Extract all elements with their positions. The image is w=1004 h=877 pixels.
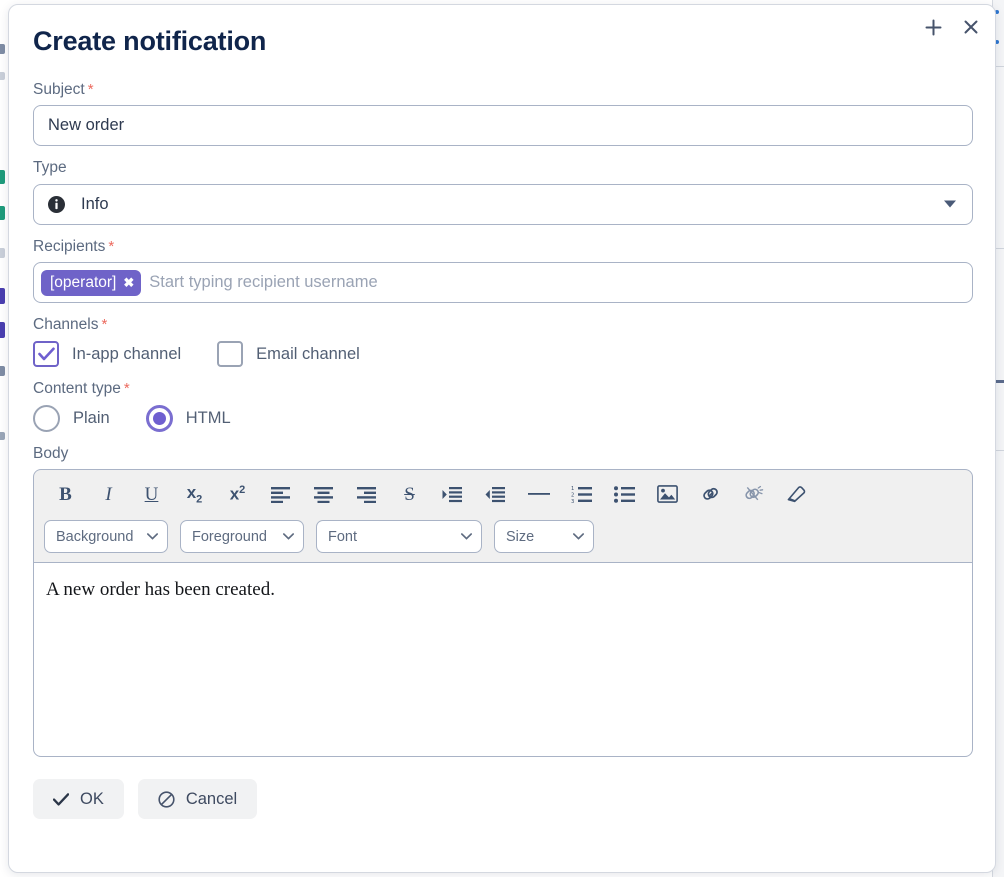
subject-input[interactable]: New order — [33, 105, 973, 147]
page-title: Create notification — [33, 26, 267, 56]
dialog-body: Create notification Subject * New order T… — [9, 5, 995, 820]
clear-formatting-icon[interactable] — [775, 479, 818, 509]
recipient-chip-label: [operator] — [50, 273, 117, 291]
background-badge — [0, 322, 5, 338]
insert-image-icon[interactable] — [646, 479, 689, 509]
foreground-color-select-label: Foreground — [192, 528, 267, 545]
background-badge — [0, 170, 5, 184]
recipients-input[interactable]: [operator] ✖ Start typing recipient user… — [33, 262, 973, 304]
align-right-icon[interactable] — [345, 479, 388, 509]
type-select-value: Info — [81, 194, 109, 213]
strikethrough-icon[interactable]: S — [388, 479, 431, 509]
channels-options: In-app channel Email channel — [33, 341, 971, 368]
body-field-group: Body B I U x2 x2 S 1 2 3 Background Fore… — [33, 444, 973, 758]
checkbox-email-channel[interactable] — [217, 341, 244, 368]
recipients-placeholder: Start typing recipient username — [149, 273, 378, 292]
horizontal-rule-icon[interactable] — [517, 479, 560, 509]
content-type-label: Content type * — [33, 380, 130, 398]
close-icon[interactable] — [959, 15, 983, 39]
chevron-down-icon — [573, 533, 584, 540]
rich-text-editor: B I U x2 x2 S 1 2 3 Background Foregroun… — [33, 469, 973, 758]
radio-plain[interactable] — [33, 404, 60, 432]
subject-field-group: Subject * New order — [33, 80, 973, 147]
bold-icon[interactable]: B — [44, 479, 87, 509]
editor-toolbar-selects: Background Foreground Font Size — [44, 520, 962, 554]
indent-icon[interactable] — [431, 479, 474, 509]
font-family-select-label: Font — [328, 528, 358, 545]
recipients-label: Recipients * — [33, 237, 115, 255]
svg-text:3: 3 — [571, 499, 574, 503]
subscript-icon[interactable]: x2 — [173, 479, 216, 509]
ok-button[interactable]: OK — [33, 779, 124, 820]
info-circle-icon — [48, 195, 65, 213]
chevron-down-icon — [944, 200, 956, 208]
svg-text:1: 1 — [571, 486, 574, 492]
chip-remove-icon[interactable]: ✖ — [123, 276, 134, 290]
outdent-icon[interactable] — [474, 479, 517, 509]
align-center-icon[interactable] — [302, 479, 345, 509]
required-marker: * — [101, 316, 108, 334]
type-select[interactable]: Info — [33, 183, 973, 225]
underline-icon[interactable]: U — [130, 479, 173, 509]
radio-dot — [152, 411, 166, 425]
body-editor-content[interactable]: A new order has been created. — [33, 562, 973, 758]
remove-link-icon[interactable] — [732, 479, 775, 509]
editor-toolbar: B I U x2 x2 S 1 2 3 Background Foregroun… — [33, 469, 973, 563]
font-size-select[interactable]: Size — [494, 520, 594, 554]
subject-label: Subject * — [33, 80, 94, 98]
channels-field-group: Channels * In-app channel Email channel — [33, 316, 971, 368]
unordered-list-icon[interactable] — [603, 479, 646, 509]
check-icon — [53, 793, 69, 806]
type-label: Type — [33, 159, 67, 177]
radio-html[interactable] — [145, 404, 173, 432]
background-badge — [0, 206, 5, 220]
required-marker: * — [108, 237, 115, 255]
checkbox-in-app-channel-label[interactable]: In-app channel — [72, 345, 181, 364]
window-controls — [921, 15, 983, 39]
radio-plain-label[interactable]: Plain — [73, 409, 110, 428]
create-notification-dialog: Create notification Subject * New order T… — [8, 4, 996, 873]
italic-icon[interactable]: I — [87, 479, 130, 509]
chevron-down-icon — [147, 533, 158, 540]
cancel-button-label: Cancel — [185, 789, 238, 808]
recipient-chip: [operator] ✖ — [41, 269, 142, 296]
radio-html-label[interactable]: HTML — [186, 409, 231, 428]
dialog-footer: OK Cancel — [33, 779, 971, 820]
insert-link-icon[interactable] — [689, 479, 732, 509]
content-type-options: Plain HTML — [33, 404, 971, 432]
body-label: Body — [33, 444, 69, 462]
plus-icon[interactable] — [921, 15, 945, 39]
superscript-icon[interactable]: x2 — [216, 479, 259, 509]
font-size-select-label: Size — [506, 528, 535, 545]
svg-text:2: 2 — [571, 492, 574, 498]
background-badge — [0, 288, 5, 304]
ok-button-label: OK — [80, 789, 104, 808]
background-badge — [0, 432, 5, 440]
recipients-field-group: Recipients * [operator] ✖ Start typing re… — [33, 237, 973, 304]
chevron-down-icon — [283, 533, 294, 540]
content-type-field-group: Content type * Plain HTML — [33, 380, 971, 432]
chevron-down-icon — [461, 533, 472, 540]
background-color-select-label: Background — [56, 528, 134, 545]
subject-input-value: New order — [48, 116, 125, 135]
ban-icon — [158, 791, 175, 808]
background-color-select[interactable]: Background — [44, 520, 168, 554]
checkbox-email-channel-label[interactable]: Email channel — [256, 345, 360, 364]
background-badge — [0, 44, 5, 54]
required-marker: * — [87, 80, 94, 98]
font-family-select[interactable]: Font — [316, 520, 482, 554]
body-editor-text: A new order has been created. — [46, 579, 275, 601]
cancel-button[interactable]: Cancel — [137, 779, 258, 820]
ordered-list-icon[interactable]: 1 2 3 — [560, 479, 603, 509]
channels-label: Channels * — [33, 316, 108, 334]
background-badge — [0, 366, 5, 376]
foreground-color-select[interactable]: Foreground — [180, 520, 304, 554]
required-marker: * — [123, 380, 130, 398]
align-left-icon[interactable] — [259, 479, 302, 509]
editor-toolbar-icons: B I U x2 x2 S 1 2 3 — [44, 477, 962, 511]
background-badge — [0, 248, 5, 258]
background-badge — [0, 72, 5, 80]
checkbox-in-app-channel[interactable] — [33, 341, 59, 368]
type-field-group: Type Info — [33, 159, 973, 225]
